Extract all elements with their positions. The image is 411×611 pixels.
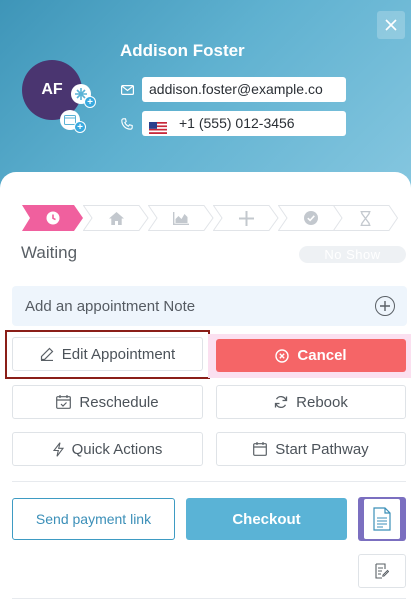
avatar-badge-plus-icon: + xyxy=(84,96,96,108)
start-pathway-label: Start Pathway xyxy=(275,440,369,458)
quick-actions-button[interactable]: Quick Actions xyxy=(12,432,203,466)
home-icon xyxy=(108,211,124,225)
checkout-label: Checkout xyxy=(232,510,301,528)
email-field[interactable]: addison.foster@example.co xyxy=(142,77,346,102)
refresh-icon xyxy=(274,395,288,409)
patient-name: Addison Foster xyxy=(120,41,245,60)
avatar-initials: AF xyxy=(41,81,63,98)
step-in-progress[interactable] xyxy=(148,205,214,231)
reschedule-button[interactable]: Reschedule xyxy=(12,385,203,419)
check-circle-icon xyxy=(304,211,318,225)
phone-row: +1 (555) 012-3456 xyxy=(120,111,346,136)
pencil-icon xyxy=(40,347,54,361)
status-label: Waiting xyxy=(21,243,78,262)
avatar-badge-plus-icon: + xyxy=(74,121,86,133)
reschedule-label: Reschedule xyxy=(79,393,159,411)
send-payment-link-button[interactable]: Send payment link xyxy=(12,498,175,540)
phone-number: +1 (555) 012-3456 xyxy=(179,115,295,131)
divider xyxy=(12,481,406,482)
calendar-check-icon xyxy=(56,395,72,409)
chart-icon xyxy=(173,211,189,225)
step-waiting-list[interactable] xyxy=(333,205,398,231)
appointment-status-stepper xyxy=(22,205,398,231)
calendar-icon xyxy=(253,442,268,456)
appointment-note-input[interactable]: Add an appointment Note xyxy=(12,286,407,326)
us-flag-icon[interactable] xyxy=(149,117,167,135)
quick-actions-label: Quick Actions xyxy=(71,440,163,458)
email-row: addison.foster@example.co xyxy=(120,77,346,102)
patient-header: AF + + Addison Foster addison.foster@exa… xyxy=(0,0,411,200)
notes-edit-icon xyxy=(375,563,389,579)
add-note-plus-icon[interactable] xyxy=(375,296,395,316)
bottom-divider xyxy=(12,598,406,599)
document-button[interactable] xyxy=(358,497,406,541)
step-add[interactable] xyxy=(213,205,279,231)
avatar-sparkle-badge[interactable]: + xyxy=(71,84,96,108)
close-icon xyxy=(385,19,397,31)
clock-icon xyxy=(46,211,60,225)
lightning-icon xyxy=(52,441,64,457)
cancel-button[interactable]: Cancel xyxy=(216,339,406,372)
avatar-card-badge[interactable]: + xyxy=(60,110,86,133)
start-pathway-button[interactable]: Start Pathway xyxy=(216,432,406,466)
no-show-toggle[interactable]: No Show xyxy=(299,246,406,263)
plus-icon xyxy=(238,210,254,226)
close-button[interactable] xyxy=(377,11,405,39)
edit-appointment-button[interactable]: Edit Appointment xyxy=(12,337,203,371)
document-icon xyxy=(373,507,391,531)
rebook-label: Rebook xyxy=(296,393,348,411)
step-waiting[interactable] xyxy=(22,205,84,231)
rebook-button[interactable]: Rebook xyxy=(216,385,406,419)
phone-icon xyxy=(120,117,134,131)
cancel-label: Cancel xyxy=(297,347,347,364)
hourglass-icon xyxy=(360,210,371,226)
notes-button[interactable] xyxy=(358,554,406,588)
step-arrived[interactable] xyxy=(83,205,149,231)
send-payment-link-label: Send payment link xyxy=(35,511,152,527)
cancel-circle-x-icon xyxy=(275,348,290,363)
note-placeholder: Add an appointment Note xyxy=(25,297,196,315)
edit-appointment-label: Edit Appointment xyxy=(61,345,176,363)
envelope-icon xyxy=(120,83,134,97)
phone-field[interactable]: +1 (555) 012-3456 xyxy=(142,111,346,136)
checkout-button[interactable]: Checkout xyxy=(186,498,347,540)
